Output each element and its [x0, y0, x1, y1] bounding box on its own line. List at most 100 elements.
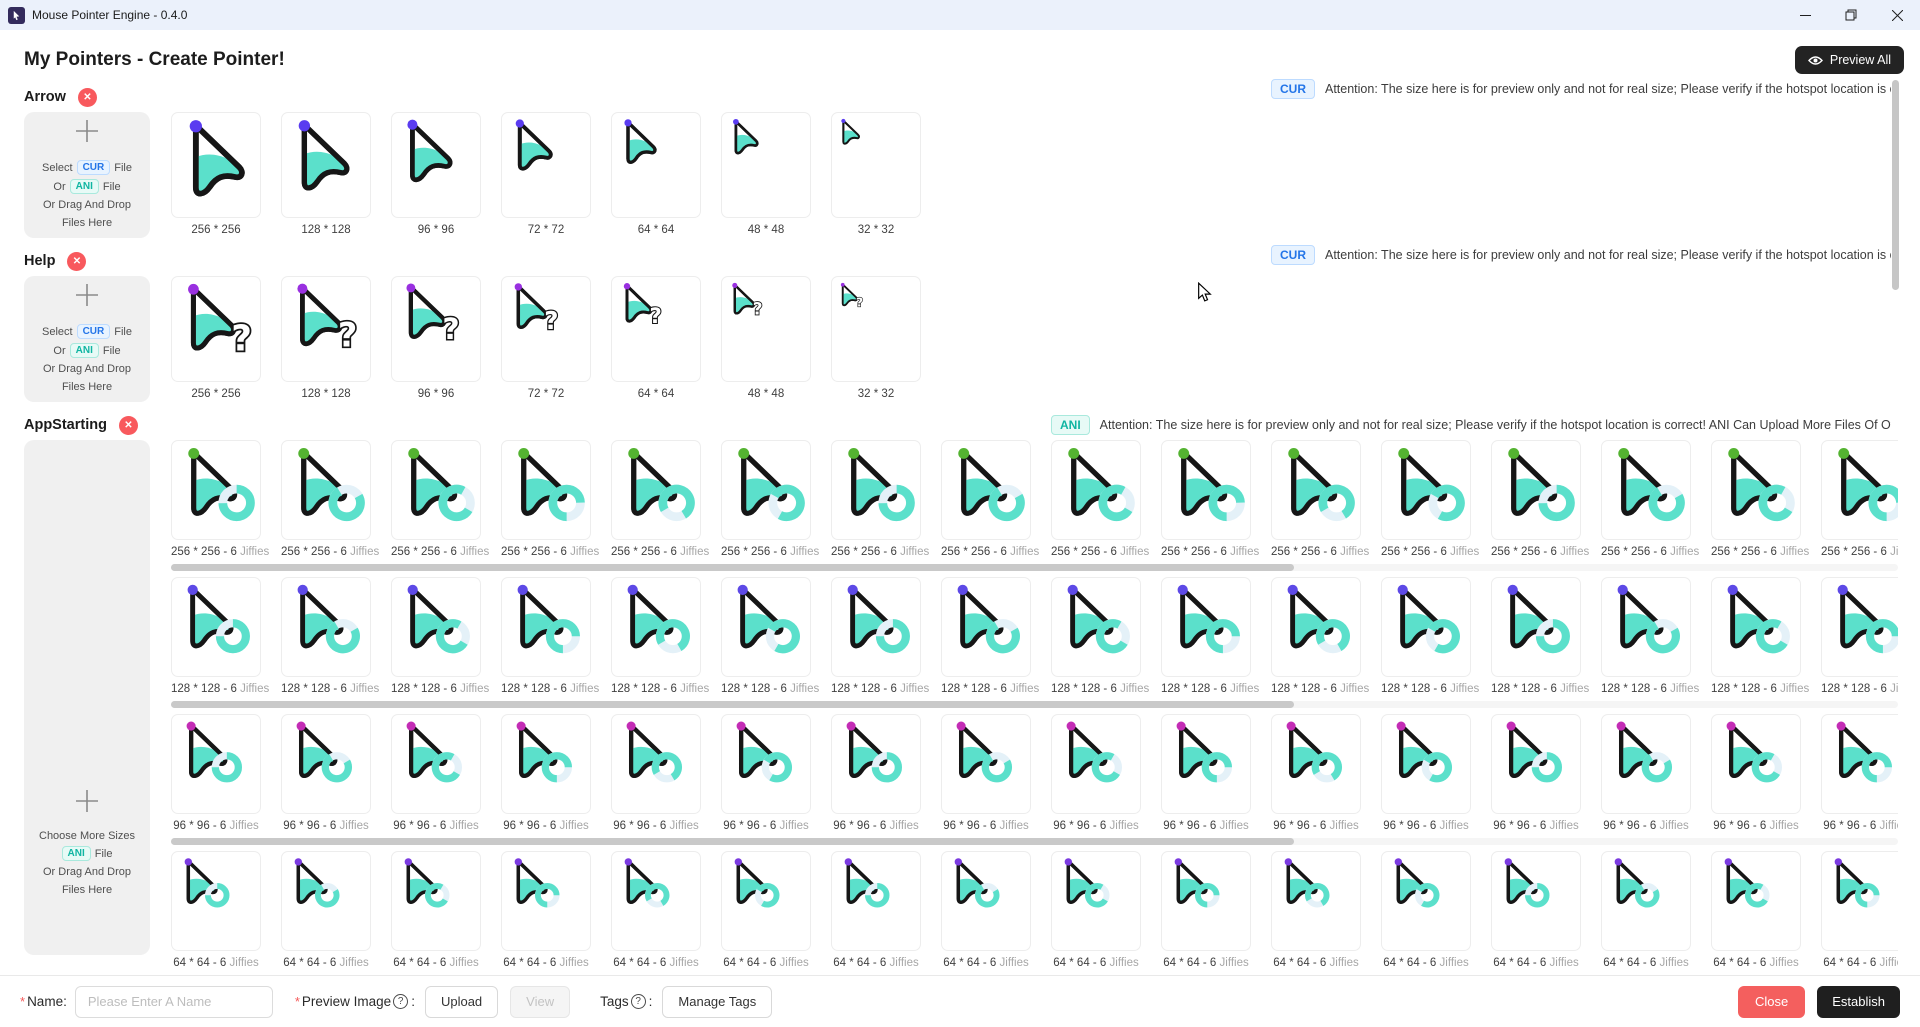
cursor-preview-card[interactable]: ?	[831, 276, 921, 382]
cursor-preview-card[interactable]: ?	[721, 276, 811, 382]
cursor-preview-card[interactable]	[831, 112, 921, 218]
cursor-preview-card[interactable]	[941, 851, 1031, 951]
manage-tags-button[interactable]: Manage Tags	[662, 985, 773, 1018]
file-upload-dropzone[interactable]: Choose More Sizes ANI File Or Drag And Drop…	[24, 440, 150, 955]
cursor-preview-card[interactable]: ?	[281, 276, 371, 382]
scrollbar-thumb[interactable]	[171, 564, 1294, 571]
cursor-preview-card[interactable]	[1051, 714, 1141, 814]
cursor-preview-card[interactable]	[721, 577, 811, 677]
cursor-preview-card[interactable]	[611, 714, 701, 814]
scrollbar-thumb[interactable]	[171, 701, 1294, 708]
cursor-preview-card[interactable]	[611, 851, 701, 951]
cursor-preview-card[interactable]	[941, 440, 1031, 540]
cursor-preview-card[interactable]	[941, 714, 1031, 814]
cursor-preview-card[interactable]	[1051, 440, 1141, 540]
cursor-preview-card[interactable]	[1601, 714, 1691, 814]
help-circle-icon[interactable]: ?	[630, 994, 646, 1009]
cursor-preview-card[interactable]	[391, 851, 481, 951]
cursor-preview-card[interactable]	[831, 851, 921, 951]
cursor-preview-card[interactable]	[1491, 440, 1581, 540]
cursor-preview-card[interactable]	[391, 714, 481, 814]
cursor-preview-card[interactable]	[1711, 577, 1801, 677]
cursor-preview-card[interactable]	[1271, 440, 1361, 540]
cursor-preview-card[interactable]	[611, 577, 701, 677]
cursor-preview-card[interactable]	[501, 440, 591, 540]
cursor-preview-card[interactable]	[1051, 577, 1141, 677]
cursor-preview-card[interactable]	[1271, 851, 1361, 951]
cursor-preview-card[interactable]	[171, 851, 261, 951]
cursor-preview-card[interactable]	[1271, 714, 1361, 814]
cursor-preview-card[interactable]	[1821, 577, 1898, 677]
remove-section-button[interactable]: ✕	[67, 251, 87, 271]
minimize-button[interactable]	[1782, 0, 1828, 30]
cursor-preview-card[interactable]	[721, 714, 811, 814]
cursor-preview-card[interactable]	[1491, 577, 1581, 677]
establish-button[interactable]: Establish	[1817, 985, 1900, 1018]
cursor-preview-card[interactable]	[1601, 851, 1691, 951]
cursor-preview-card[interactable]: ?	[611, 276, 701, 382]
preview-all-button[interactable]: Preview All	[1794, 46, 1904, 74]
file-upload-dropzone[interactable]: Select CUR File Or ANI File Or Drag And Drop Fi…	[24, 112, 150, 238]
cursor-preview-card[interactable]	[281, 851, 371, 951]
cursor-preview-card[interactable]	[171, 112, 261, 218]
cursor-preview-card[interactable]: ?	[171, 276, 261, 382]
cursor-preview-card[interactable]	[1161, 440, 1251, 540]
cursor-preview-card[interactable]	[1381, 577, 1471, 677]
cursor-preview-card[interactable]	[1381, 851, 1471, 951]
cursor-preview-card[interactable]	[1381, 714, 1471, 814]
cursor-preview-card[interactable]	[281, 577, 371, 677]
upload-button[interactable]: Upload	[424, 985, 499, 1018]
cursor-preview-card[interactable]	[721, 112, 811, 218]
cursor-preview-card[interactable]	[1491, 714, 1581, 814]
cursor-preview-card[interactable]	[611, 440, 701, 540]
close-button[interactable]: Close	[1738, 985, 1806, 1018]
restore-button[interactable]	[1828, 0, 1874, 30]
cursor-preview-card[interactable]	[1821, 440, 1898, 540]
cursor-preview-card[interactable]	[1161, 577, 1251, 677]
remove-section-button[interactable]: ✕	[118, 415, 138, 435]
cursor-preview-card[interactable]	[831, 577, 921, 677]
cursor-preview-card[interactable]	[281, 714, 371, 814]
scrollbar-thumb[interactable]	[171, 838, 1294, 845]
cursor-preview-card[interactable]	[1161, 714, 1251, 814]
cursor-preview-card[interactable]	[171, 440, 261, 540]
remove-section-button[interactable]: ✕	[77, 87, 97, 107]
cursor-preview-card[interactable]	[831, 440, 921, 540]
cursor-preview-card[interactable]	[281, 112, 371, 218]
cursor-preview-card[interactable]	[171, 577, 261, 677]
cursor-preview-card[interactable]	[501, 714, 591, 814]
cursor-preview-card[interactable]	[281, 440, 371, 540]
cursor-preview-card[interactable]	[1711, 440, 1801, 540]
cursor-preview-card[interactable]	[171, 714, 261, 814]
cursor-preview-card[interactable]	[1491, 851, 1581, 951]
close-window-button[interactable]	[1874, 0, 1920, 30]
horizontal-scrollbar[interactable]	[171, 838, 1898, 845]
cursor-preview-card[interactable]	[1051, 851, 1141, 951]
horizontal-scrollbar[interactable]	[171, 564, 1898, 571]
name-input[interactable]	[74, 985, 273, 1018]
cursor-preview-card[interactable]	[1601, 577, 1691, 677]
view-button[interactable]: View	[510, 985, 571, 1018]
cursor-preview-card[interactable]	[1711, 851, 1801, 951]
cursor-preview-card[interactable]	[501, 112, 591, 218]
cursor-preview-card[interactable]: ?	[501, 276, 591, 382]
cursor-preview-card[interactable]	[721, 440, 811, 540]
cursor-preview-card[interactable]	[391, 577, 481, 677]
cursor-preview-card[interactable]	[1821, 714, 1898, 814]
cursor-preview-card[interactable]	[831, 714, 921, 814]
horizontal-scrollbar[interactable]	[171, 701, 1898, 708]
cursor-preview-card[interactable]	[1601, 440, 1691, 540]
cursor-preview-card[interactable]	[941, 577, 1031, 677]
cursor-preview-card[interactable]	[721, 851, 811, 951]
file-upload-dropzone[interactable]: Select CUR File Or ANI File Or Drag And Drop Fi…	[24, 276, 150, 402]
cursor-preview-card[interactable]	[611, 112, 701, 218]
cursor-preview-card[interactable]	[1381, 440, 1471, 540]
cursor-preview-card[interactable]	[1821, 851, 1898, 951]
help-circle-icon[interactable]: ?	[393, 994, 409, 1009]
cursor-preview-card[interactable]	[391, 112, 481, 218]
cursor-preview-card[interactable]	[501, 851, 591, 951]
cursor-preview-card[interactable]	[1271, 577, 1361, 677]
cursor-preview-card[interactable]	[1161, 851, 1251, 951]
cursor-preview-card[interactable]	[1711, 714, 1801, 814]
cursor-preview-card[interactable]: ?	[391, 276, 481, 382]
